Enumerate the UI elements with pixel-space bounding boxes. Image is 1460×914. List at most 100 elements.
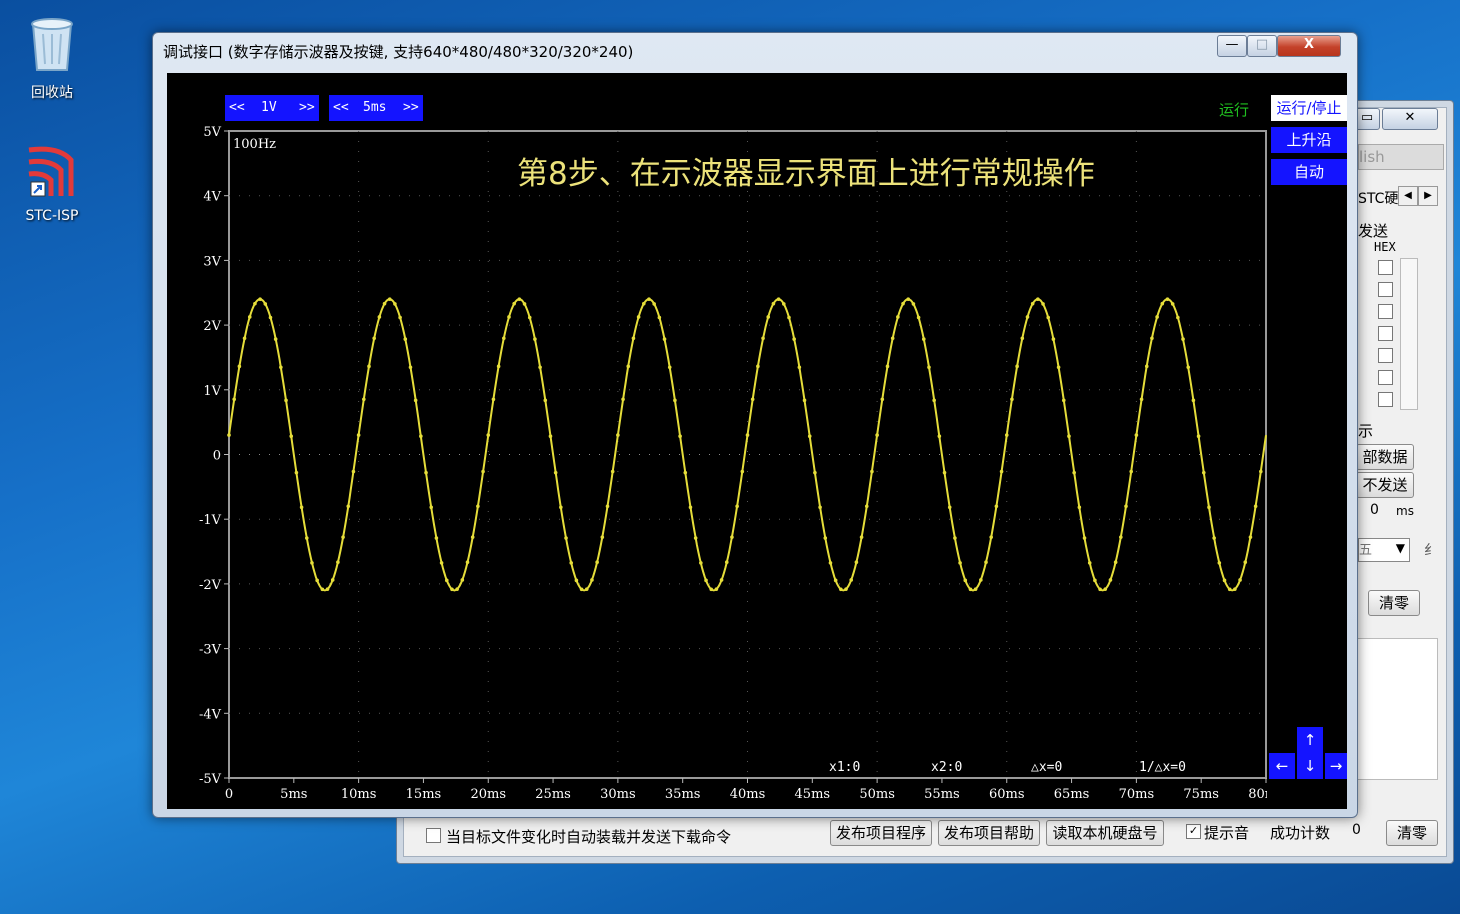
sample-point <box>1098 587 1102 592</box>
list-scrollbar[interactable] <box>1400 258 1418 410</box>
stc-isp-shortcut[interactable]: STC-ISP <box>12 142 92 224</box>
arrow-up-button[interactable]: ↑ <box>1297 727 1323 753</box>
sample-point <box>1129 469 1133 474</box>
tab-scroll-right[interactable]: ▶ <box>1418 186 1438 206</box>
minimize-button[interactable]: — <box>1217 35 1247 57</box>
sample-point <box>247 315 252 319</box>
x-tick-label: 45ms <box>795 787 831 802</box>
sample-point <box>439 561 444 565</box>
sample-point <box>294 470 299 475</box>
maximize-button[interactable]: □ <box>1247 35 1277 57</box>
close-button[interactable]: X <box>1277 35 1341 57</box>
sample-point <box>465 560 470 565</box>
sample-point <box>937 434 942 439</box>
sample-point <box>476 504 480 509</box>
sample-point <box>667 365 672 370</box>
arrow-right-button[interactable]: → <box>1325 753 1347 779</box>
waveform-series <box>228 298 1267 592</box>
sample-point <box>1046 315 1051 320</box>
sample-point <box>393 302 397 306</box>
x-tick-label: 35ms <box>665 787 701 802</box>
sample-point <box>657 315 662 320</box>
nosend-button[interactable]: 不发送 <box>1356 472 1414 498</box>
sample-point <box>362 397 366 402</box>
cursor-inv-dx: 1/△x=0 <box>1139 760 1186 775</box>
publish-help-button[interactable]: 发布项目帮助 <box>938 820 1040 846</box>
sample-point <box>434 536 439 540</box>
sample-point <box>517 297 522 302</box>
output-area[interactable] <box>1356 638 1438 780</box>
sample-point <box>1144 364 1149 369</box>
sample-point <box>1181 337 1185 341</box>
sample-point <box>310 561 314 565</box>
mode-dropdown[interactable]: 五 ▼ <box>1358 538 1410 562</box>
back-close-button[interactable]: ✕ <box>1382 108 1438 130</box>
hex-checkbox-3[interactable] <box>1378 304 1393 319</box>
y-tick-label: 1V <box>203 384 221 399</box>
sample-point <box>647 297 651 302</box>
hex-checkbox-2[interactable] <box>1378 282 1393 297</box>
stc-tab[interactable]: STC硬 <box>1358 188 1398 208</box>
arrow-down-button[interactable]: ↓ <box>1297 753 1323 779</box>
sample-point <box>553 470 558 475</box>
x-tick-label: 50ms <box>859 787 895 802</box>
hex-checkbox-7[interactable] <box>1378 392 1393 407</box>
sample-point <box>989 535 993 539</box>
sample-point <box>1051 337 1056 341</box>
sample-point <box>844 587 848 591</box>
clear-count-button[interactable]: 清零 <box>1386 820 1438 846</box>
sample-point <box>849 578 853 582</box>
sample-point <box>745 433 750 437</box>
trigger-mode-button[interactable]: 自动 <box>1271 159 1347 185</box>
sample-point <box>1020 336 1025 341</box>
y-tick-label: 5V <box>203 125 221 140</box>
beep-checkbox[interactable]: ✓ <box>1186 824 1201 839</box>
sample-point <box>828 561 833 565</box>
publish-field: lish <box>1358 144 1444 170</box>
trigger-edge-button[interactable]: 上升沿 <box>1271 127 1347 153</box>
sample-point <box>1072 470 1076 475</box>
sample-point <box>605 504 610 509</box>
hex-checkbox-4[interactable] <box>1378 326 1393 341</box>
hex-label: HEX <box>1374 240 1396 254</box>
read-disk-button[interactable]: 读取本机硬盘号 <box>1046 820 1164 846</box>
sample-point <box>688 505 693 510</box>
sample-point <box>818 505 822 510</box>
y-tick-label: -1V <box>199 513 222 528</box>
show-label: 示 <box>1358 422 1374 440</box>
sample-point <box>947 505 952 510</box>
recycle-bin-label: 回收站 <box>31 85 73 101</box>
publish-program-button[interactable]: 发布项目程序 <box>830 820 932 846</box>
sample-point <box>833 578 838 583</box>
y-tick-label: -4V <box>199 707 222 722</box>
step-caption: 第8步、在示波器显示界面上进行常规操作 <box>517 156 1095 192</box>
sample-point <box>351 469 356 474</box>
y-tick-label: 4V <box>203 190 221 205</box>
sample-point <box>792 337 796 341</box>
sample-point <box>1196 434 1201 439</box>
tab-scroll-left[interactable]: ◀ <box>1398 186 1418 206</box>
auto-load-checkbox[interactable] <box>426 828 441 843</box>
sample-point <box>756 364 760 369</box>
side-clear-button[interactable]: 清零 <box>1368 590 1420 616</box>
sample-point <box>932 398 936 403</box>
sample-point <box>896 315 900 319</box>
sample-point <box>584 587 589 591</box>
hex-checkbox-1[interactable] <box>1378 260 1393 275</box>
success-count-label: 成功计数 <box>1270 824 1331 842</box>
sample-point <box>885 364 890 369</box>
sample-point <box>1041 302 1045 306</box>
run-stop-button[interactable]: 运行/停止 <box>1271 95 1347 121</box>
interval-value[interactable]: 0 <box>1370 502 1379 518</box>
hex-checkbox-6[interactable] <box>1378 370 1393 385</box>
hex-checkbox-5[interactable] <box>1378 348 1393 363</box>
data-button[interactable]: 部数据 <box>1356 444 1414 470</box>
arrow-left-button[interactable]: ← <box>1269 753 1295 779</box>
sample-point <box>740 469 745 474</box>
sample-point <box>1243 560 1248 565</box>
waveform-plot[interactable]: 0 5ms 10ms 15ms 20ms 25ms 30ms 35ms 40ms 45ms 50ms… <box>167 73 1267 809</box>
sample-point <box>538 365 542 370</box>
sample-point <box>636 315 641 319</box>
sample-point <box>1108 578 1113 582</box>
recycle-bin-icon[interactable]: 回收站 <box>12 12 92 102</box>
